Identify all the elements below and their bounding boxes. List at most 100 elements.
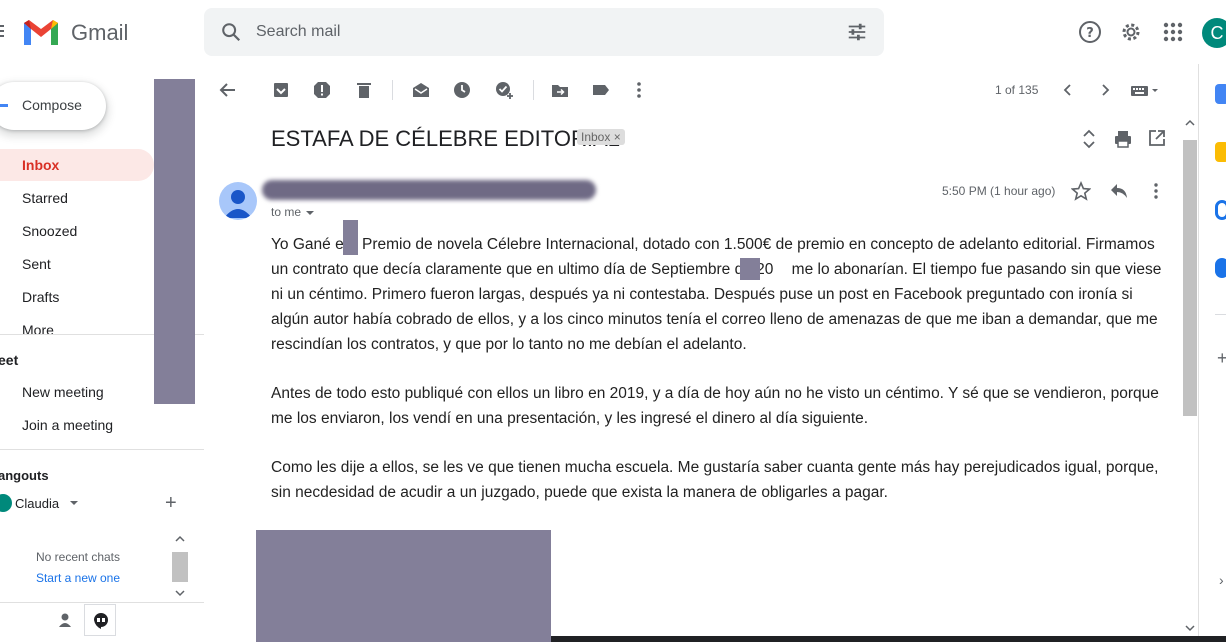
chevron-down-icon[interactable] — [306, 210, 315, 215]
contacts-icon[interactable] — [1215, 258, 1226, 278]
sidebar-item-label: Sent — [22, 256, 51, 272]
sidebar-divider — [0, 449, 204, 450]
redaction-block — [343, 220, 358, 255]
sidebar-item-label: Snoozed — [22, 223, 78, 239]
recipient-text: to me — [271, 205, 302, 219]
sidebar-item-label: Starred — [22, 190, 68, 206]
open-new-window-icon[interactable] — [1148, 129, 1166, 147]
sidebar-item-label: Join a meeting — [22, 417, 114, 433]
meet-section-title: eet — [0, 352, 19, 368]
mark-unread-icon[interactable] — [411, 80, 431, 100]
account-avatar[interactable]: C — [1202, 18, 1226, 48]
main-menu-icon[interactable] — [0, 22, 6, 42]
sidebar-item-drafts[interactable]: Drafts — [0, 281, 154, 313]
hangouts-section-title: angouts — [0, 468, 49, 483]
report-spam-icon[interactable] — [312, 80, 332, 100]
compose-label: Compose — [22, 97, 82, 113]
more-vert-icon[interactable] — [629, 80, 649, 100]
sidebar-item-join-meeting[interactable]: Join a meeting — [0, 409, 154, 441]
label-text: Inbox — [581, 130, 611, 144]
scroll-thumb[interactable] — [172, 552, 188, 582]
inbox-label-badge[interactable]: Inbox × — [577, 129, 625, 145]
side-panel-divider — [1215, 314, 1226, 315]
expand-all-icon[interactable] — [1080, 128, 1098, 150]
calendar-icon[interactable] — [1215, 84, 1226, 104]
sidebar-item-label: Drafts — [22, 289, 60, 305]
search-options-icon[interactable] — [846, 21, 868, 43]
scroll-down-icon[interactable] — [1185, 623, 1195, 633]
recipient-details[interactable]: to me — [271, 205, 315, 219]
get-addons-plus-icon[interactable]: + — [1217, 348, 1226, 369]
redaction-block — [256, 530, 551, 642]
older-chevron-right-icon[interactable] — [1095, 80, 1115, 100]
email-timestamp: 5:50 PM (1 hour ago) — [942, 184, 1056, 198]
label-tag-icon[interactable] — [591, 80, 611, 100]
settings-gear-icon[interactable] — [1119, 20, 1143, 44]
snooze-clock-icon[interactable] — [452, 80, 472, 100]
email-toolbar: 1 of 135 — [204, 64, 1198, 116]
email-paragraph-text: Yo Gané e — [271, 236, 344, 253]
scroll-thumb[interactable] — [1183, 140, 1197, 416]
archive-icon[interactable] — [271, 80, 291, 100]
add-to-tasks-icon[interactable] — [494, 80, 514, 100]
sidebar-item-label: Inbox — [22, 157, 60, 173]
hangouts-user[interactable]: Claudia + — [0, 492, 204, 518]
help-icon[interactable]: ? — [1078, 20, 1102, 44]
star-icon[interactable] — [1071, 181, 1091, 201]
sidebar-item-sent[interactable]: Sent — [0, 248, 154, 280]
scroll-up-icon[interactable] — [1185, 118, 1195, 128]
gmail-brand[interactable]: Gmail — [71, 20, 128, 46]
back-arrow-icon[interactable] — [218, 80, 238, 100]
remove-label-close-icon[interactable]: × — [614, 130, 621, 144]
top-bar: Gmail ? C — [0, 0, 1226, 64]
bottom-bar — [551, 636, 1226, 642]
print-icon[interactable] — [1113, 129, 1133, 149]
email-scrollbar[interactable] — [1182, 116, 1198, 642]
move-to-icon[interactable] — [550, 80, 570, 100]
start-new-chat-link[interactable]: Start a new one — [0, 571, 156, 585]
side-panel: + › — [1198, 64, 1226, 642]
hangouts-scrollbar[interactable] — [172, 534, 188, 604]
redaction-block — [154, 79, 195, 404]
sidebar-item-inbox[interactable]: Inbox — [0, 149, 154, 181]
sidebar-divider — [0, 602, 204, 603]
search-input[interactable] — [256, 20, 816, 44]
hangouts-quote-icon — [94, 613, 108, 629]
avatar — [0, 494, 12, 512]
reply-icon[interactable] — [1109, 182, 1129, 200]
hangouts-footer-tabs — [48, 604, 116, 636]
redaction-block — [740, 258, 760, 280]
apps-grid-icon[interactable] — [1161, 20, 1185, 44]
gmail-logo-icon[interactable] — [22, 17, 60, 47]
sender-name-redaction — [262, 180, 596, 200]
keep-icon[interactable] — [1215, 142, 1226, 162]
email-subject: ESTAFA DE CÉLEBRE EDITORIAL — [271, 126, 620, 151]
input-tools-keyboard-icon[interactable] — [1130, 80, 1164, 100]
compose-plus-icon — [0, 104, 8, 107]
newer-chevron-left-icon[interactable] — [1058, 80, 1078, 100]
compose-button[interactable]: Compose — [0, 82, 106, 130]
chevron-down-icon[interactable] — [70, 501, 78, 505]
scroll-up-icon[interactable] — [175, 534, 185, 544]
more-vert-icon[interactable] — [1147, 182, 1165, 200]
hangouts-chat-tab[interactable] — [84, 604, 116, 636]
add-contact-plus-icon[interactable]: + — [165, 492, 177, 515]
sidebar-item-more[interactable]: More — [0, 314, 154, 334]
sidebar-item-new-meeting[interactable]: New meeting — [0, 376, 154, 408]
delete-trash-icon[interactable] — [354, 80, 374, 100]
sidebar-item-snoozed[interactable]: Snoozed — [0, 215, 154, 247]
toolbar-divider — [392, 80, 393, 100]
search-icon[interactable] — [220, 21, 242, 43]
sender-avatar[interactable] — [219, 182, 257, 220]
email-paragraph: Como les dije a ellos, se les ve que tie… — [271, 459, 1159, 501]
email-paragraph: Yo Gané e Premio de novela Célebre Inter… — [271, 232, 1166, 357]
sidebar-item-label: New meeting — [22, 384, 104, 400]
svg-text:?: ? — [1086, 26, 1094, 41]
show-side-panel-chevron-icon[interactable]: › — [1219, 572, 1224, 588]
tasks-icon[interactable] — [1215, 200, 1226, 220]
sidebar-item-starred[interactable]: Starred — [0, 182, 154, 214]
email-view: 1 of 135 ESTAFA DE CÉLEBRE EDITORIAL Inb… — [204, 64, 1198, 642]
scroll-down-icon[interactable] — [175, 588, 185, 598]
contacts-person-icon[interactable] — [58, 612, 72, 628]
sidebar-item-label: More — [22, 322, 54, 334]
